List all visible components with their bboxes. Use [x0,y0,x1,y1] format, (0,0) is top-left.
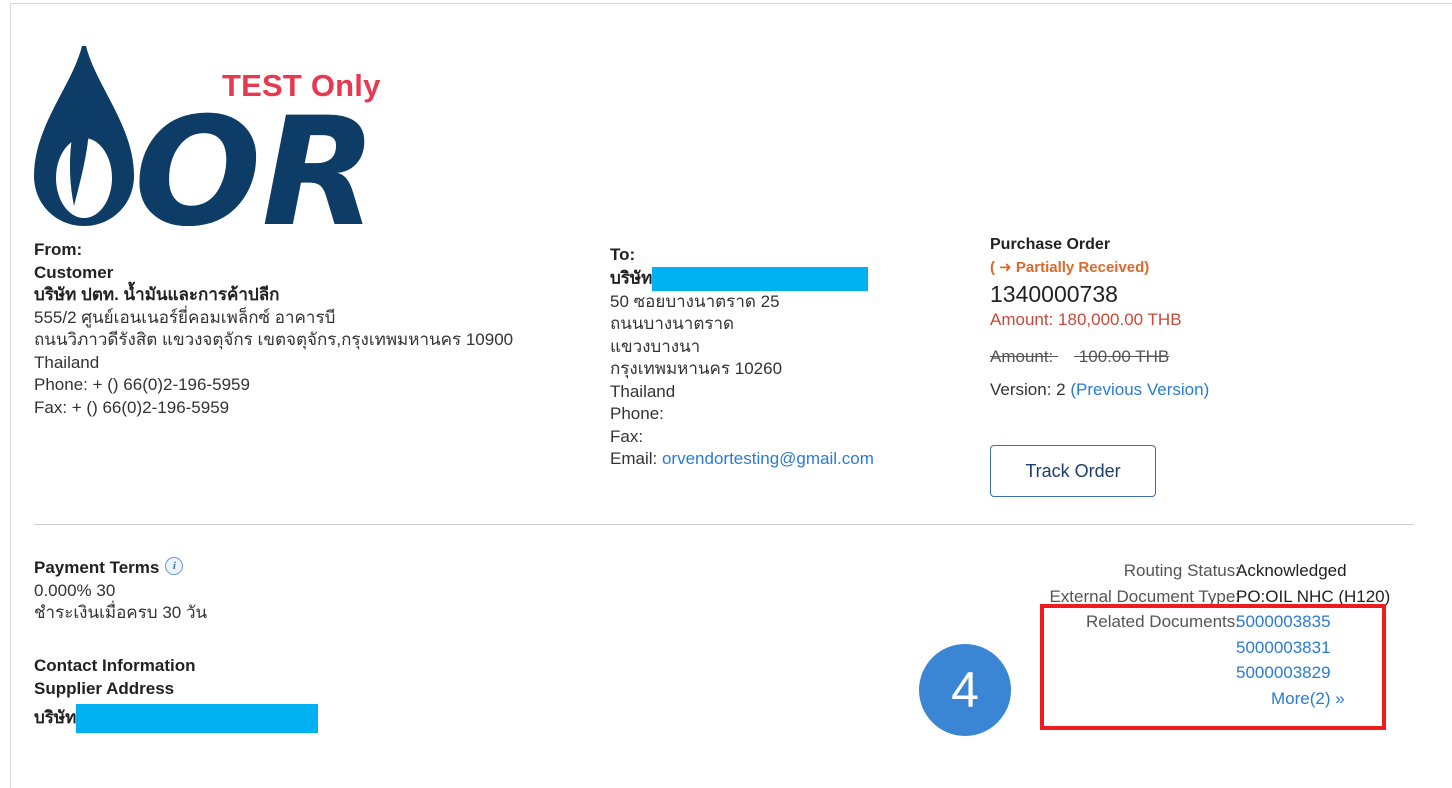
from-type: Customer [34,262,114,282]
routing-status-label: Routing Status: [1123,561,1240,580]
step-number-badge: 4 [919,644,1011,736]
test-only-label: TEST Only [222,68,381,103]
to-company: บริษัท [610,266,874,291]
brand-letters: OR [134,86,377,226]
to-fax: Fax: [610,426,644,446]
order-amount: Amount: 180,000.00 THB [990,310,1182,329]
to-address-line: ถนนบางนาตราด [610,314,735,333]
contact-block: Contact Information Supplier Address บริ… [34,655,319,733]
order-number: 1340000738 [990,281,1118,307]
highlight-box [1040,604,1386,730]
to-phone: Phone: [610,404,664,423]
order-old-amount: Amount: 100.00 THB [990,346,1209,369]
previous-version-link[interactable]: (Previous Version) [1070,380,1209,399]
from-address-line: ถนนวิภาวดีรังสิต แขวงจตุจักร เขตจตุจักร,… [34,330,514,349]
order-old-amount-label: Amount: [990,346,1054,366]
redacted-company-name [652,266,869,291]
to-block: To: บริษัท 50 ซอยบางนาตราด 25 ถนนบางนาตร… [610,244,874,471]
payment-terms-value: 0.000% 30 [34,580,116,600]
to-address-line: Thailand [610,381,676,401]
page-frame-left [10,3,11,788]
routing-status-value: Acknowledged [1236,561,1347,580]
to-address-line: กรุงเทพมหานคร 10260 [610,359,783,378]
to-address-line: แขวงบางนา [610,336,701,356]
payment-terms-heading: Payment Terms [34,558,160,577]
redacted-supplier-name [76,704,319,733]
section-divider [34,524,1414,525]
from-fax: Fax: + () 66(0)2-196-5959 [34,397,230,417]
to-email-label: Email: [610,449,658,468]
payment-terms-heading-row: Payment Terms i [34,557,207,580]
payment-terms-block: Payment Terms i 0.000% 30 ชำระเงินเมื่อคร… [34,557,207,625]
order-old-amount-value: 100.00 THB [1078,346,1170,366]
from-phone: Phone: + () 66(0)2-196-5959 [34,375,250,394]
from-company: บริษัท ปตท. น้ำมันและการค้าปลีก [34,285,280,304]
to-company-prefix: บริษัท [610,267,653,287]
order-version: Version: 2 (Previous Version) [990,379,1209,402]
order-version-label: Version: 2 [990,380,1066,399]
supplier-company-prefix: บริษัท [34,707,77,727]
order-status: ( ➜ Partially Received) [990,259,1150,276]
track-order-button[interactable]: Track Order [990,445,1156,497]
to-heading: To: [610,245,636,264]
payment-terms-description: ชำระเงินเมื่อครบ 30 วัน [34,603,208,622]
info-icon[interactable]: i [165,557,184,575]
supplier-address-heading: Supplier Address [34,678,175,698]
order-block: Purchase Order ( ➜ Partially Received) 1… [990,233,1209,402]
to-email-row: Email: orvendortesting@gmail.com [610,448,874,471]
supplier-company: บริษัท [34,704,319,733]
from-block: From: Customer บริษัท ปตท. น้ำมันและการค… [34,239,513,419]
from-heading: From: [34,240,83,259]
contact-heading: Contact Information [34,656,196,675]
page-frame-top [10,3,1452,4]
to-email-link[interactable]: orvendortesting@gmail.com [662,449,874,468]
order-heading: Purchase Order [990,236,1111,253]
from-address-line: 555/2 ศูนย์เอนเนอร์ยี่คอมเพล็กซ์ อาคารบี [34,307,336,327]
from-address-line: Thailand [34,352,100,372]
to-address-line: 50 ซอยบางนาตราด 25 [610,291,780,311]
